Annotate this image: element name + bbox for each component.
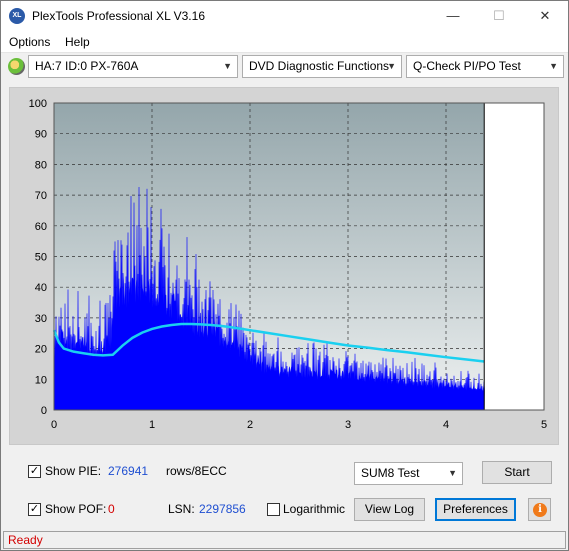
maximize-button[interactable]: ☐ bbox=[476, 1, 522, 31]
chevron-down-icon: ▼ bbox=[549, 61, 558, 71]
controls-panel: ✓ Show PIE: 276941 rows/8ECC SUM8 Test ▼… bbox=[9, 453, 559, 528]
y-tick-label: 70 bbox=[35, 190, 47, 202]
chart-panel: 0 10 20 30 40 50 60 70 80 90 100 0 1 2 3 4 5 bbox=[9, 87, 559, 445]
y-tick-label: 40 bbox=[35, 282, 47, 294]
drive-select[interactable]: HA:7 ID:0 PX-760A ▼ bbox=[28, 55, 238, 78]
status-bar: Ready bbox=[3, 531, 566, 549]
close-button[interactable]: ✕ bbox=[522, 1, 568, 31]
show-pie-label: Show PIE: bbox=[45, 464, 102, 478]
y-tick-label: 60 bbox=[35, 221, 47, 233]
x-tick-label: 0 bbox=[51, 419, 57, 431]
pipo-chart: 0 10 20 30 40 50 60 70 80 90 100 0 1 2 3 4 5 bbox=[29, 98, 547, 431]
view-log-button[interactable]: View Log bbox=[354, 498, 425, 521]
minimize-button[interactable]: — bbox=[430, 1, 476, 31]
show-pie-checkbox[interactable]: ✓ bbox=[28, 465, 41, 478]
function-select[interactable]: DVD Diagnostic Functions ▼ bbox=[242, 55, 402, 78]
x-tick-label: 1 bbox=[149, 419, 155, 431]
y-axis-ticks: 0 10 20 30 40 50 60 70 80 90 100 bbox=[29, 98, 47, 417]
menu-help-label: Help bbox=[65, 35, 90, 49]
app-window: XL PlexTools Professional XL V3.16 — ☐ ✕… bbox=[0, 0, 569, 551]
y-tick-label: 0 bbox=[41, 405, 47, 417]
x-tick-label: 4 bbox=[443, 419, 449, 431]
y-tick-label: 10 bbox=[35, 374, 47, 386]
y-tick-label: 100 bbox=[29, 98, 47, 110]
chevron-down-icon: ▼ bbox=[223, 61, 232, 71]
y-tick-label: 90 bbox=[35, 129, 47, 141]
info-button[interactable]: i bbox=[528, 498, 551, 521]
test-select[interactable]: Q-Check PI/PO Test ▼ bbox=[406, 55, 564, 78]
x-tick-label: 2 bbox=[247, 419, 253, 431]
x-tick-label: 3 bbox=[345, 419, 351, 431]
title-bar: XL PlexTools Professional XL V3.16 — ☐ ✕ bbox=[1, 1, 568, 31]
function-select-value: DVD Diagnostic Functions bbox=[249, 59, 390, 73]
rows-label: rows/8ECC bbox=[166, 464, 227, 478]
y-tick-label: 80 bbox=[35, 159, 47, 171]
pie-value: 276941 bbox=[108, 464, 149, 478]
lsn-label: LSN: bbox=[168, 502, 195, 516]
menu-help[interactable]: Help bbox=[65, 35, 90, 49]
window-title: PlexTools Professional XL V3.16 bbox=[32, 9, 205, 23]
plot-unused-area bbox=[484, 103, 544, 410]
logarithmic-checkbox[interactable] bbox=[267, 503, 280, 516]
lsn-value: 2297856 bbox=[199, 502, 246, 516]
show-pof-label: Show POF: bbox=[45, 502, 107, 516]
show-pof-checkbox[interactable]: ✓ bbox=[28, 503, 41, 516]
plextools-app-icon: XL bbox=[9, 8, 25, 24]
chevron-down-icon: ▼ bbox=[448, 468, 457, 478]
preferences-button[interactable]: Preferences bbox=[435, 498, 516, 521]
menu-options[interactable]: Options bbox=[9, 35, 50, 49]
drive-select-value: HA:7 ID:0 PX-760A bbox=[35, 59, 139, 73]
pof-value: 0 bbox=[108, 502, 115, 516]
x-tick-label: 5 bbox=[541, 419, 547, 431]
test-select-value: Q-Check PI/PO Test bbox=[413, 59, 521, 73]
start-button[interactable]: Start bbox=[482, 461, 552, 484]
menu-bar: Options Help bbox=[1, 31, 568, 53]
menu-options-label: Options bbox=[9, 35, 51, 49]
logarithmic-label: Logarithmic bbox=[283, 502, 346, 516]
test-mode-value: SUM8 Test bbox=[361, 466, 420, 480]
chevron-down-icon: ▼ bbox=[387, 61, 396, 71]
status-text: Ready bbox=[8, 533, 43, 547]
y-tick-label: 20 bbox=[35, 344, 47, 356]
test-mode-select[interactable]: SUM8 Test ▼ bbox=[354, 462, 463, 485]
y-tick-label: 30 bbox=[35, 313, 47, 325]
x-axis-ticks: 0 1 2 3 4 5 bbox=[51, 419, 547, 431]
info-icon: i bbox=[533, 503, 547, 517]
y-tick-label: 50 bbox=[35, 252, 47, 264]
drive-disc-icon bbox=[8, 58, 25, 75]
